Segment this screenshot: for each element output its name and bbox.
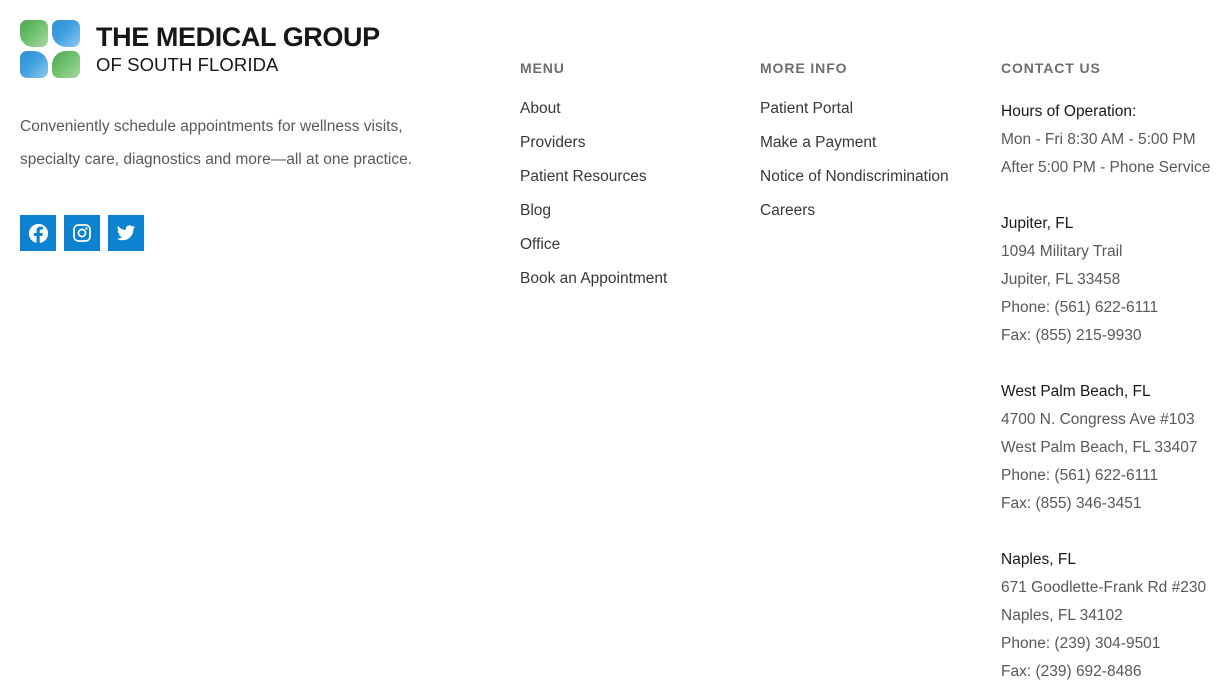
- hours-line-after-hours: After 5:00 PM - Phone Service: [1001, 158, 1211, 176]
- hours-of-operation-block: Hours of Operation: Mon - Fri 8:30 AM - …: [1001, 98, 1211, 182]
- footer-more-info-column: MORE INFO Patient Portal Make a Payment …: [760, 60, 990, 222]
- brand-tagline: Conveniently schedule appointments for w…: [20, 118, 413, 168]
- more-info-link-notice-of-nondiscrimination[interactable]: Notice of Nondiscrimination: [760, 166, 949, 188]
- footer-contact-column: CONTACT US Hours of Operation: Mon - Fri…: [1001, 60, 1211, 686]
- logo-wordmark-sub: OF SOUTH FLORIDA: [96, 53, 279, 75]
- location-block-naples: Naples, FL 671 Goodlette-Frank Rd #230 N…: [1001, 546, 1211, 686]
- location-street: 4700 N. Congress Ave #103: [1001, 410, 1195, 428]
- twitter-icon: [116, 223, 136, 243]
- logo-square-green-bottom-right: [52, 51, 80, 78]
- logo-square-green-top-left: [20, 20, 48, 47]
- hours-title: Hours of Operation:: [1001, 102, 1137, 120]
- list-item: Office: [520, 234, 740, 256]
- footer-menu-column: MENU About Providers Patient Resources B…: [520, 60, 740, 290]
- list-item: About: [520, 98, 740, 120]
- list-item: Book an Appointment: [520, 268, 740, 290]
- location-phone[interactable]: Phone: (561) 622-6111: [1001, 462, 1211, 490]
- menu-link-about[interactable]: About: [520, 98, 561, 120]
- hours-line-weekday: Mon - Fri 8:30 AM - 5:00 PM: [1001, 130, 1196, 148]
- location-title: Naples, FL: [1001, 550, 1076, 568]
- location-fax: Fax: (239) 692-8486: [1001, 662, 1142, 680]
- more-info-link-patient-portal[interactable]: Patient Portal: [760, 98, 853, 120]
- logo-square-blue-bottom-left: [20, 51, 48, 78]
- location-fax: Fax: (855) 346-3451: [1001, 494, 1142, 512]
- more-info-heading: MORE INFO: [760, 60, 848, 76]
- location-title: West Palm Beach, FL: [1001, 382, 1151, 400]
- logo-wordmark-main: THE MEDICAL GROUP: [96, 21, 380, 52]
- menu-heading: MENU: [520, 60, 565, 76]
- location-title: Jupiter, FL: [1001, 214, 1074, 232]
- menu-link-book-an-appointment[interactable]: Book an Appointment: [520, 268, 667, 290]
- menu-link-providers[interactable]: Providers: [520, 132, 585, 154]
- menu-list: About Providers Patient Resources Blog O…: [520, 98, 740, 290]
- twitter-link[interactable]: [108, 215, 144, 251]
- location-block-jupiter: Jupiter, FL 1094 Military Trail Jupiter,…: [1001, 210, 1211, 350]
- list-item: Providers: [520, 132, 740, 154]
- location-street: 671 Goodlette-Frank Rd #230: [1001, 578, 1207, 596]
- location-street: 1094 Military Trail: [1001, 242, 1123, 260]
- menu-link-blog[interactable]: Blog: [520, 200, 551, 222]
- more-info-link-careers[interactable]: Careers: [760, 200, 815, 222]
- logo-square-blue-top-right: [52, 20, 80, 47]
- location-fax: Fax: (855) 215-9930: [1001, 326, 1142, 344]
- footer-brand-column: THE MEDICAL GROUP OF SOUTH FLORIDA Conve…: [20, 20, 450, 251]
- menu-link-office[interactable]: Office: [520, 234, 560, 256]
- location-city-state-zip: West Palm Beach, FL 33407: [1001, 438, 1198, 456]
- menu-link-patient-resources[interactable]: Patient Resources: [520, 166, 647, 188]
- more-info-list: Patient Portal Make a Payment Notice of …: [760, 98, 990, 222]
- location-phone[interactable]: Phone: (561) 622-6111: [1001, 294, 1211, 322]
- social-links: [20, 215, 450, 251]
- site-logo[interactable]: THE MEDICAL GROUP OF SOUTH FLORIDA: [20, 20, 450, 78]
- location-city-state-zip: Naples, FL 34102: [1001, 606, 1123, 624]
- logo-wordmark: THE MEDICAL GROUP OF SOUTH FLORIDA: [96, 21, 380, 75]
- facebook-link[interactable]: [20, 215, 56, 251]
- site-footer: THE MEDICAL GROUP OF SOUTH FLORIDA Conve…: [0, 0, 1222, 696]
- list-item: Blog: [520, 200, 740, 222]
- more-info-link-make-a-payment[interactable]: Make a Payment: [760, 132, 876, 154]
- instagram-link[interactable]: [64, 215, 100, 251]
- instagram-icon: [72, 223, 92, 243]
- facebook-icon: [28, 223, 49, 244]
- list-item: Patient Resources: [520, 166, 740, 188]
- logo-squares-icon: [20, 20, 80, 78]
- contact-heading: CONTACT US: [1001, 60, 1101, 76]
- location-city-state-zip: Jupiter, FL 33458: [1001, 270, 1121, 288]
- list-item: Notice of Nondiscrimination: [760, 166, 990, 188]
- location-phone[interactable]: Phone: (239) 304-9501: [1001, 630, 1211, 658]
- list-item: Patient Portal: [760, 98, 990, 120]
- location-block-west-palm-beach: West Palm Beach, FL 4700 N. Congress Ave…: [1001, 378, 1211, 518]
- list-item: Careers: [760, 200, 990, 222]
- list-item: Make a Payment: [760, 132, 990, 154]
